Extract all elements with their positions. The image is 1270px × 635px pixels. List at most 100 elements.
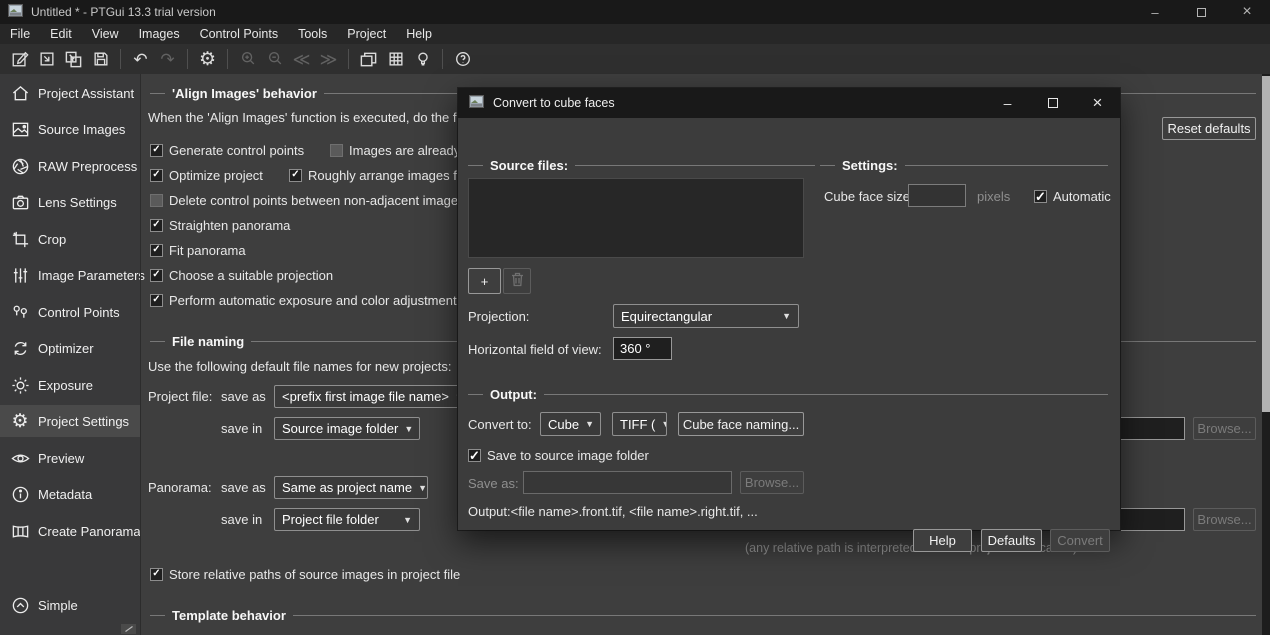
sidebar-item-preview[interactable]: Preview xyxy=(0,442,140,474)
save-as-input[interactable] xyxy=(523,471,732,494)
new-project-icon[interactable] xyxy=(6,46,33,72)
sidebar-item-control-points[interactable]: Control Points xyxy=(0,296,140,328)
menu-project[interactable]: Project xyxy=(337,24,396,44)
defaults-button[interactable]: Defaults xyxy=(981,529,1042,552)
cube-face-naming-button[interactable]: Cube face naming... xyxy=(678,412,804,436)
duplicate-project-icon[interactable] xyxy=(60,46,87,72)
window-title: Untitled * - PTGui 13.3 trial version xyxy=(31,5,216,19)
file-type-dropdown[interactable]: TIFF ( ▼ xyxy=(612,412,667,436)
checkbox-optimize-project[interactable]: Optimize project xyxy=(150,167,263,183)
browse-button[interactable]: Browse... xyxy=(740,471,804,494)
checkbox-icon xyxy=(150,269,163,282)
add-source-file-button[interactable]: + xyxy=(468,268,501,294)
project-save-as-dropdown[interactable]: <prefix first image file name> ▼ xyxy=(274,385,464,408)
convert-to-cube-faces-dialog: Convert to cube faces – × Source files: … xyxy=(458,88,1120,530)
sidebar-item-image-parameters[interactable]: Image Parameters xyxy=(0,259,140,291)
chevron-down-icon: ▼ xyxy=(585,419,594,429)
checkbox-icon xyxy=(330,144,343,157)
source-files-section-header: Source files: xyxy=(468,158,815,173)
hfov-input[interactable]: 360 ° xyxy=(613,337,672,360)
sidebar-item-simple[interactable]: Simple xyxy=(0,589,140,621)
previous-images-icon[interactable]: ≪ xyxy=(288,46,315,72)
checkbox-icon xyxy=(150,244,163,257)
menu-help[interactable]: Help xyxy=(396,24,442,44)
scrollbar-thumb[interactable] xyxy=(1262,76,1270,412)
help-icon[interactable] xyxy=(449,46,476,72)
checkbox-auto-exposure[interactable]: Perform automatic exposure and color adj… xyxy=(150,292,457,308)
next-images-icon[interactable]: ≫ xyxy=(315,46,342,72)
preview-lightbulb-icon[interactable] xyxy=(409,46,436,72)
redo-icon[interactable]: ↷ xyxy=(154,46,181,72)
remove-source-file-button[interactable] xyxy=(503,268,531,294)
gear-icon[interactable]: ⚙ xyxy=(194,46,221,72)
panorama-save-as-dropdown[interactable]: Same as project name ▼ xyxy=(274,476,428,499)
info-icon xyxy=(10,484,30,504)
zoom-in-icon[interactable] xyxy=(234,46,261,72)
zoom-out-icon[interactable] xyxy=(261,46,288,72)
close-button[interactable]: × xyxy=(1224,0,1270,24)
detail-viewer-icon[interactable] xyxy=(382,46,409,72)
add-icon: + xyxy=(481,274,489,289)
sidebar-corner-handle[interactable] xyxy=(121,624,136,634)
dialog-close-button[interactable]: × xyxy=(1075,88,1120,118)
titlebar: Untitled * - PTGui 13.3 trial version – … xyxy=(0,0,1270,24)
sidebar-item-exposure[interactable]: Exposure xyxy=(0,369,140,401)
checkbox-straighten-panorama[interactable]: Straighten panorama xyxy=(150,217,290,233)
save-as-label: save as xyxy=(221,480,266,495)
checkbox-store-relative-paths[interactable]: Store relative paths of source images in… xyxy=(150,566,460,582)
sidebar-item-project-settings[interactable]: ⚙ Project Settings xyxy=(0,405,140,437)
source-files-list[interactable] xyxy=(468,178,804,258)
sidebar-item-project-assistant[interactable]: Project Assistant xyxy=(0,77,140,109)
browse-button[interactable]: Browse... xyxy=(1193,417,1256,440)
checkbox-generate-control-points[interactable]: Generate control points xyxy=(150,142,304,158)
checkbox-icon xyxy=(150,194,163,207)
sidebar-item-create-panorama[interactable]: Create Panorama xyxy=(0,515,140,547)
open-project-icon[interactable] xyxy=(33,46,60,72)
menu-images[interactable]: Images xyxy=(129,24,190,44)
sidebar-item-metadata[interactable]: Metadata xyxy=(0,478,140,510)
settings-section-header: Settings: xyxy=(820,158,1108,173)
output-filenames-line: Output:<file name>.front.tif, <file name… xyxy=(468,504,758,519)
panorama-editor-icon[interactable] xyxy=(355,46,382,72)
cube-face-size-input[interactable] xyxy=(908,184,966,207)
cycle-arrows-icon xyxy=(10,338,30,358)
menu-tools[interactable]: Tools xyxy=(288,24,337,44)
save-icon[interactable] xyxy=(87,46,114,72)
aperture-icon xyxy=(10,156,30,176)
menu-file[interactable]: File xyxy=(0,24,40,44)
panorama-save-in-dropdown[interactable]: Project file folder ▼ xyxy=(274,508,420,531)
menu-control-points[interactable]: Control Points xyxy=(190,24,289,44)
menu-edit[interactable]: Edit xyxy=(40,24,82,44)
checkbox-save-to-source-folder[interactable]: Save to source image folder xyxy=(468,447,649,463)
sidebar-item-raw-preprocess[interactable]: RAW Preprocess xyxy=(0,150,140,182)
checkbox-images-already[interactable]: Images are already xyxy=(330,142,460,158)
sidebar-item-optimizer[interactable]: Optimizer xyxy=(0,332,140,364)
dialog-minimize-button[interactable]: – xyxy=(985,88,1030,118)
checkbox-icon xyxy=(289,169,302,182)
project-save-in-dropdown[interactable]: Source image folder ▼ xyxy=(274,417,420,440)
sidebar-item-source-images[interactable]: Source Images xyxy=(0,113,140,145)
minimize-button[interactable]: – xyxy=(1132,0,1178,24)
application-window: Untitled * - PTGui 13.3 trial version – … xyxy=(0,0,1270,635)
sidebar-divider xyxy=(140,74,141,635)
menu-view[interactable]: View xyxy=(82,24,129,44)
reset-defaults-button[interactable]: Reset defaults xyxy=(1162,117,1256,140)
sidebar-item-crop[interactable]: Crop xyxy=(0,223,140,255)
toolbar-separator xyxy=(227,49,228,69)
sidebar-item-lens-settings[interactable]: Lens Settings xyxy=(0,186,140,218)
help-button[interactable]: Help xyxy=(913,529,972,552)
projection-dropdown[interactable]: Equirectangular ▼ xyxy=(613,304,799,328)
checkbox-fit-panorama[interactable]: Fit panorama xyxy=(150,242,246,258)
checkbox-delete-control-points[interactable]: Delete control points between non-adjace… xyxy=(150,192,458,208)
maximize-button[interactable] xyxy=(1178,0,1224,24)
browse-button[interactable]: Browse... xyxy=(1193,508,1256,531)
menubar: File Edit View Images Control Points Too… xyxy=(0,24,1270,44)
convert-button[interactable]: Convert xyxy=(1050,529,1110,552)
convert-format-dropdown[interactable]: Cube ▼ xyxy=(540,412,601,436)
checkbox-roughly-arrange[interactable]: Roughly arrange images fir xyxy=(289,167,464,183)
checkbox-automatic[interactable]: Automatic xyxy=(1034,188,1111,204)
home-icon xyxy=(10,83,30,103)
undo-icon[interactable]: ↶ xyxy=(127,46,154,72)
checkbox-choose-projection[interactable]: Choose a suitable projection xyxy=(150,267,333,283)
dialog-maximize-button[interactable] xyxy=(1030,88,1075,118)
